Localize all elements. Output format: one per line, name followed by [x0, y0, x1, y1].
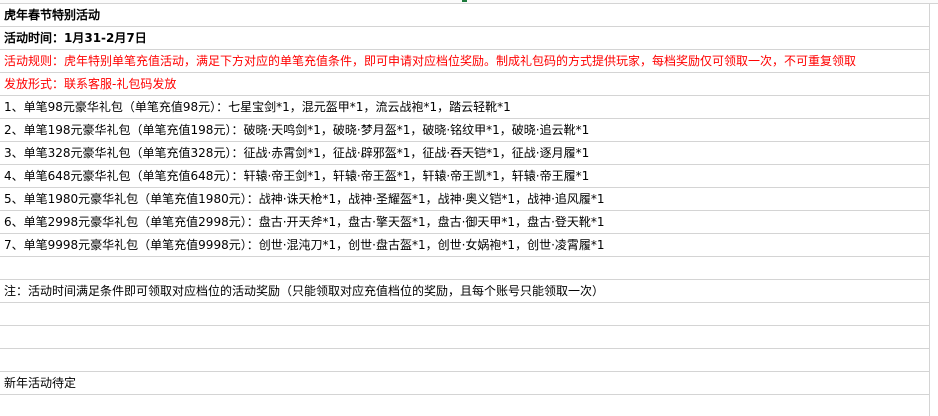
cell-text-tier-6[interactable]: 6、单笔2998元豪华礼包（单笔充值2998元）：盘古·开天斧*1，盘古·擎天盔… — [4, 215, 605, 230]
cell-text-tier-3[interactable]: 3、单笔328元豪华礼包（单笔充值328元）：征战·赤霄剑*1，征战·辟邪盔*1… — [4, 146, 589, 161]
cell-row-empty[interactable] — [0, 257, 938, 280]
cell-row[interactable]: 活动规则：虎年特别单笔充值活动，满足下方对应的单笔充值条件，即可申请对应档位奖励… — [0, 50, 938, 73]
cell-row[interactable]: 发放形式：联系客服-礼包码发放 — [0, 73, 938, 96]
cell-text-rules[interactable]: 活动规则：虎年特别单笔充值活动，满足下方对应的单笔充值条件，即可申请对应档位奖励… — [4, 54, 856, 69]
cell-text-pending[interactable]: 新年活动待定 — [4, 376, 76, 391]
cell-row-empty[interactable] — [0, 349, 938, 372]
cell-text-tier-1[interactable]: 1、单笔98元豪华礼包（单笔充值98元）：七星宝剑*1，混元盔甲*1，流云战袍*… — [4, 100, 511, 115]
cell-text-tier-5[interactable]: 5、单笔1980元豪华礼包（单笔充值1980元）：战神·诛天枪*1，战神·圣耀盔… — [4, 192, 605, 207]
cell-row[interactable]: 7、单笔9998元豪华礼包（单笔充值9998元）：创世·混沌刀*1，创世·盘古盔… — [0, 234, 938, 257]
column-resize-marker[interactable] — [462, 0, 467, 2]
cell-row[interactable]: 4、单笔648元豪华礼包（单笔充值648元）：轩辕·帝王剑*1，轩辕·帝王盔*1… — [0, 165, 938, 188]
cell-row-empty[interactable] — [0, 326, 938, 349]
cell-text-title[interactable]: 虎年春节特别活动 — [4, 8, 100, 23]
cell-row[interactable]: 2、单笔198元豪华礼包（单笔充值198元）：破晓·天鸣剑*1，破晓·梦月盔*1… — [0, 119, 938, 142]
cell-text-event-time[interactable]: 活动时间：1月31-2月7日 — [4, 31, 147, 46]
cell-text-delivery[interactable]: 发放形式：联系客服-礼包码发放 — [4, 77, 176, 92]
cell-row[interactable]: 1、单笔98元豪华礼包（单笔充值98元）：七星宝剑*1，混元盔甲*1，流云战袍*… — [0, 96, 938, 119]
cell-row[interactable]: 活动时间：1月31-2月7日 — [0, 27, 938, 50]
cell-row[interactable]: 新年活动待定 — [0, 372, 938, 395]
cell-row-empty[interactable] — [0, 303, 938, 326]
cell-row[interactable]: 6、单笔2998元豪华礼包（单笔充值2998元）：盘古·开天斧*1，盘古·擎天盔… — [0, 211, 938, 234]
cell-row[interactable]: 3、单笔328元豪华礼包（单笔充值328元）：征战·赤霄剑*1，征战·辟邪盔*1… — [0, 142, 938, 165]
cell-text-tier-4[interactable]: 4、单笔648元豪华礼包（单笔充值648元）：轩辕·帝王剑*1，轩辕·帝王盔*1… — [4, 169, 589, 184]
cell-text-note[interactable]: 注：活动时间满足条件即可领取对应档位的活动奖励（只能领取对应充值档位的奖励，且每… — [4, 284, 604, 299]
cell-row[interactable]: 注：活动时间满足条件即可领取对应档位的活动奖励（只能领取对应充值档位的奖励，且每… — [0, 280, 938, 303]
cell-row[interactable]: 5、单笔1980元豪华礼包（单笔充值1980元）：战神·诛天枪*1，战神·圣耀盔… — [0, 188, 938, 211]
cell-rows: 虎年春节特别活动 活动时间：1月31-2月7日 活动规则：虎年特别单笔充值活动，… — [0, 4, 938, 395]
cell-text-tier-2[interactable]: 2、单笔198元豪华礼包（单笔充值198元）：破晓·天鸣剑*1，破晓·梦月盔*1… — [4, 123, 589, 138]
next-column[interactable] — [930, 4, 938, 416]
cell-row[interactable]: 虎年春节特别活动 — [0, 4, 938, 27]
spreadsheet-sheet: 虎年春节特别活动 活动时间：1月31-2月7日 活动规则：虎年特别单笔充值活动，… — [0, 0, 938, 416]
cell-text-tier-7[interactable]: 7、单笔9998元豪华礼包（单笔充值9998元）：创世·混沌刀*1，创世·盘古盔… — [4, 238, 605, 253]
